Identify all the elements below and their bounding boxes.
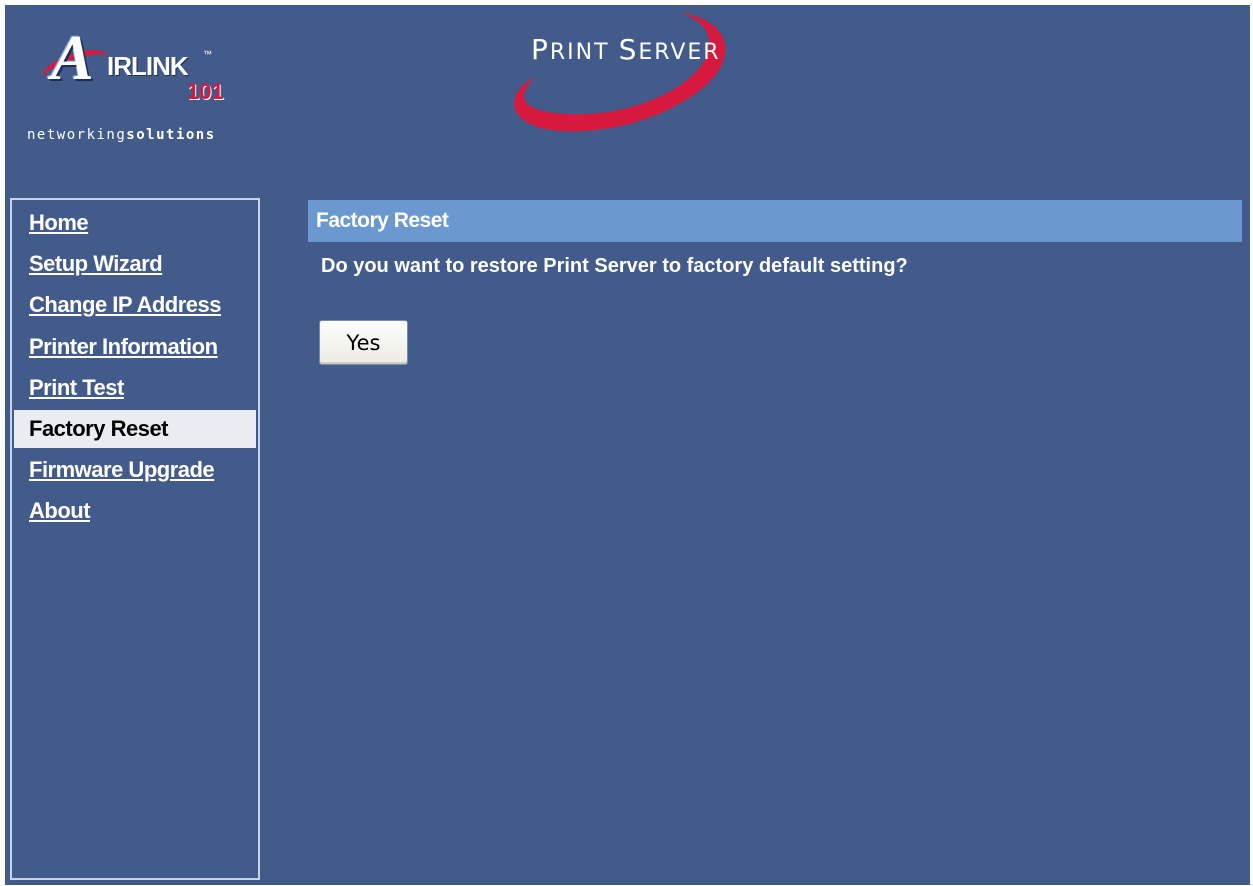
- logo-number: 101: [187, 79, 224, 104]
- sidebar-item-print-test[interactable]: Print Test: [14, 369, 256, 407]
- product-title-cap-1: P: [531, 33, 550, 66]
- airlink-logo: A IRLINK ™ 101 networkingsolutions: [27, 13, 287, 153]
- section-title: Factory Reset: [316, 209, 449, 232]
- product-title: PRINT SERVER: [531, 33, 721, 66]
- sidebar-item-home[interactable]: Home: [14, 204, 256, 242]
- product-title-cap-2: S: [618, 33, 639, 66]
- logo-word: IRLINK: [107, 51, 189, 81]
- sidebar-item-firmware-upgrade[interactable]: Firmware Upgrade: [14, 451, 256, 489]
- sidebar-item-change-ip-address[interactable]: Change IP Address: [14, 286, 256, 324]
- sidebar-item-about[interactable]: About: [14, 492, 256, 530]
- sidebar-nav: Home Setup Wizard Change IP Address Prin…: [10, 198, 260, 880]
- header: A IRLINK ™ 101 networkingsolutions PRINT…: [5, 5, 1250, 200]
- print-server-swoosh-graphic: [514, 13, 726, 132]
- sidebar-item-factory-reset[interactable]: Factory Reset: [14, 410, 256, 448]
- product-title-rest-1: RINT: [549, 40, 610, 65]
- product-title-rest-2: ERVER: [638, 40, 721, 65]
- logo-trademark: ™: [203, 49, 212, 59]
- tagline-light: networking: [27, 127, 127, 143]
- yes-button[interactable]: Yes: [319, 320, 408, 365]
- page-frame: A IRLINK ™ 101 networkingsolutions PRINT…: [5, 5, 1250, 885]
- logo-tagline: networkingsolutions: [27, 127, 216, 143]
- section-header-bar: Factory Reset: [308, 200, 1242, 242]
- sidebar-item-setup-wizard[interactable]: Setup Wizard: [14, 245, 256, 283]
- sidebar-item-printer-information[interactable]: Printer Information: [14, 328, 256, 366]
- reset-question-text: Do you want to restore Print Server to f…: [321, 255, 908, 277]
- logo-letter: A: [51, 22, 94, 93]
- tagline-bold: solutions: [126, 127, 216, 143]
